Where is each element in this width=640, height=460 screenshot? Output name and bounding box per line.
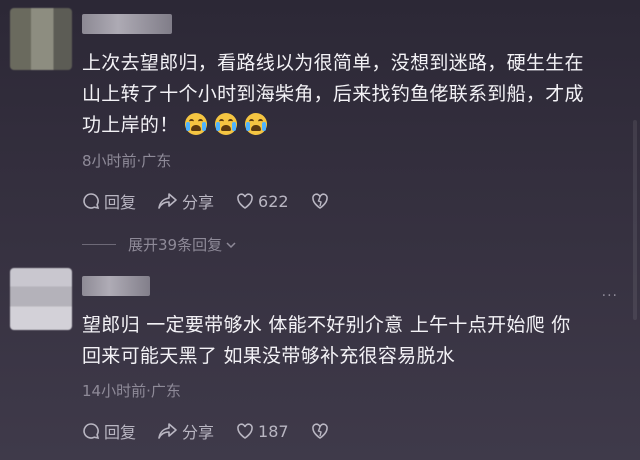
reply-icon <box>83 423 100 440</box>
expand-replies-label: 展开39条回复 <box>128 236 223 254</box>
heart-icon <box>237 423 253 439</box>
crying-face-icon <box>244 113 267 135</box>
reply-button[interactable]: 回复 <box>82 189 136 213</box>
scrollbar[interactable] <box>633 120 637 320</box>
divider <box>82 244 116 245</box>
comment-text-line: 望郎归 一定要带够水 体能不好别介意 上午十点开始爬 你 <box>82 314 571 336</box>
reply-button[interactable]: 回复 <box>82 419 136 443</box>
avatar[interactable] <box>10 268 72 330</box>
reply-label: 回复 <box>104 193 137 212</box>
comment-text-line: 功上岸的！ <box>82 110 622 141</box>
share-label: 分享 <box>182 193 215 212</box>
share-button[interactable]: 分享 <box>158 189 214 213</box>
broken-heart-icon <box>311 193 328 209</box>
comment-meta: 8小时前·广东 <box>82 152 172 170</box>
expand-replies-button[interactable]: 展开39条回复 <box>82 234 238 255</box>
share-icon <box>158 193 177 209</box>
username-blurred[interactable] <box>82 14 172 34</box>
comment-2: ··· 望郎归 一定要带够水 体能不好别介意 上午十点开始爬 你 回来可能天黑了… <box>0 262 640 460</box>
comment-text: 上次去望郎归，看路线以为很简单，没想到迷路，硬生生在 山上转了十个小时到海柴角，… <box>82 48 622 141</box>
broken-heart-icon <box>311 423 328 439</box>
reply-icon <box>83 193 100 210</box>
chevron-down-icon <box>226 241 236 248</box>
username-blurred[interactable] <box>82 276 150 296</box>
like-button[interactable]: 187 <box>236 422 289 441</box>
comment-1: 上次去望郎归，看路线以为很简单，没想到迷路，硬生生在 山上转了十个小时到海柴角，… <box>0 0 640 260</box>
comment-meta: 14小时前·广东 <box>82 382 181 400</box>
dislike-button[interactable] <box>311 192 333 210</box>
crying-face-icon <box>214 113 237 135</box>
reply-label: 回复 <box>104 423 137 442</box>
share-label: 分享 <box>182 423 215 442</box>
comment-text-line: 上次去望郎归，看路线以为很简单，没想到迷路，硬生生在 <box>82 52 584 74</box>
comment-text-tail: 功上岸的！ <box>82 114 179 136</box>
share-icon <box>158 423 177 439</box>
avatar[interactable] <box>10 8 72 70</box>
comment-actions: 回复 分享 187 <box>82 418 355 444</box>
heart-icon <box>237 193 253 209</box>
comment-text: 望郎归 一定要带够水 体能不好别介意 上午十点开始爬 你 回来可能天黑了 如果没… <box>82 310 622 372</box>
more-options-icon[interactable]: ··· <box>602 288 618 304</box>
crying-face-icon <box>184 113 207 135</box>
like-button[interactable]: 622 <box>236 192 289 211</box>
comment-text-line: 山上转了十个小时到海柴角，后来找钓鱼佬联系到船，才成 <box>82 83 584 105</box>
comment-actions: 回复 分享 622 <box>82 188 355 214</box>
comment-text-line: 回来可能天黑了 如果没带够补充很容易脱水 <box>82 345 456 367</box>
dislike-button[interactable] <box>311 422 333 440</box>
like-count: 187 <box>258 421 289 441</box>
like-count: 622 <box>258 191 289 211</box>
share-button[interactable]: 分享 <box>158 419 214 443</box>
